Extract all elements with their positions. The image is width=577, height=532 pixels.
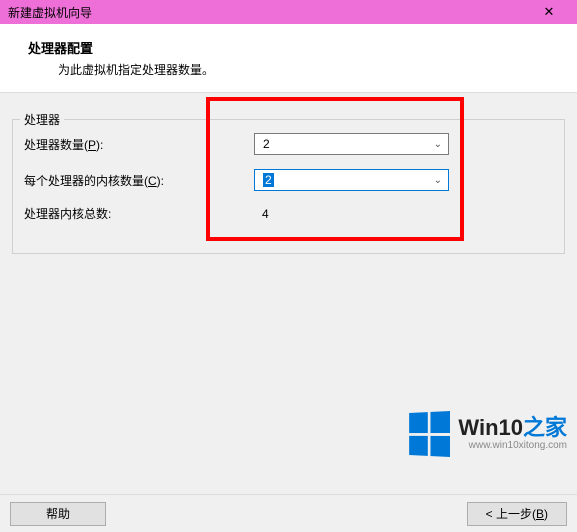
watermark-url: www.win10xitong.com	[458, 441, 567, 451]
back-button[interactable]: < 上一步(B)	[467, 502, 567, 526]
processors-row: 处理器数量(P): 2 ⌄	[24, 133, 553, 155]
processors-value: 2	[263, 137, 270, 151]
content-area: 处理器 处理器数量(P): 2 ⌄ 每个处理器的内核数量(C): 2 ⌄ 处理器…	[0, 93, 577, 499]
windows-logo-icon	[410, 411, 451, 457]
chevron-down-icon: ⌄	[434, 139, 442, 150]
processors-label: 处理器数量(P):	[24, 136, 254, 153]
cores-value: 2	[263, 173, 274, 187]
window-title: 新建虚拟机向导	[8, 4, 92, 21]
titlebar: 新建虚拟机向导 ✕	[0, 0, 577, 24]
wizard-header: 处理器配置 为此虚拟机指定处理器数量。	[0, 24, 577, 93]
watermark-brand: Win10之家	[458, 417, 567, 439]
chevron-down-icon: ⌄	[434, 175, 442, 186]
processors-combobox[interactable]: 2 ⌄	[254, 133, 449, 155]
total-row: 处理器内核总数: 4	[24, 205, 553, 222]
page-title: 处理器配置	[28, 38, 567, 57]
button-bar: 帮助 < 上一步(B)	[0, 494, 577, 532]
page-subtitle: 为此虚拟机指定处理器数量。	[58, 61, 567, 78]
total-label: 处理器内核总数:	[24, 205, 254, 222]
cores-row: 每个处理器的内核数量(C): 2 ⌄	[24, 169, 553, 191]
watermark: Win10之家 www.win10xitong.com	[404, 411, 567, 457]
processor-fieldset: 处理器 处理器数量(P): 2 ⌄ 每个处理器的内核数量(C): 2 ⌄ 处理器…	[12, 111, 565, 254]
help-button[interactable]: 帮助	[10, 502, 106, 526]
cores-combobox[interactable]: 2 ⌄	[254, 169, 449, 191]
cores-label: 每个处理器的内核数量(C):	[24, 172, 254, 189]
fieldset-legend: 处理器	[20, 111, 64, 128]
close-icon[interactable]: ✕	[529, 0, 569, 24]
total-value: 4	[254, 207, 269, 221]
